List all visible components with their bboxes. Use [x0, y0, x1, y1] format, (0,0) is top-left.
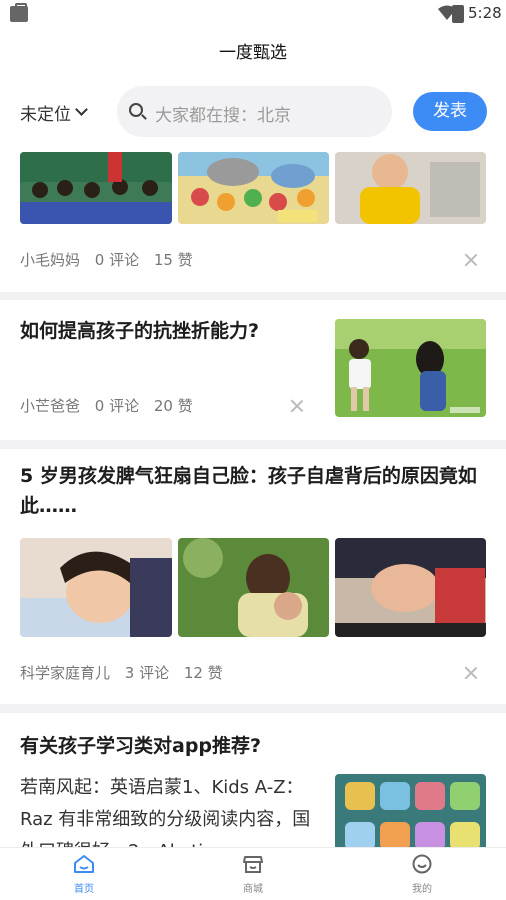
search-placeholder: 大家都在搜：北京: [155, 106, 291, 126]
battery-icon: [452, 5, 464, 23]
post-thumbnail: [20, 152, 172, 224]
like-count: 20 赞: [153, 397, 193, 415]
post-thumbnail: [178, 538, 329, 637]
post-thumbnail: [178, 152, 329, 224]
tab-label: 我的: [412, 884, 432, 895]
tab-label: 首页: [74, 884, 94, 895]
post-thumbnail: [335, 774, 486, 847]
comment-count: 0 评论: [94, 397, 140, 415]
shopping-bag-icon: [10, 3, 28, 22]
post-card[interactable]: 小毛妈妈 0 评论 15 赞: [0, 152, 506, 292]
post-card[interactable]: 5 岁男孩发脾气狂扇自己脸：孩子自虐背后的原因竟如此…… 科学家庭育儿 3 评论…: [0, 449, 506, 704]
app-header: 一度甄选: [0, 28, 506, 72]
shop-icon: [243, 856, 263, 873]
post-card[interactable]: 有关孩子学习类对app推荐? 若南风起：英语启蒙1、Kids A-Z：Raz 有…: [0, 713, 506, 847]
comment-count: 0 评论: [94, 251, 140, 269]
bottom-tab-bar: 首页 商城 我的: [0, 847, 506, 900]
close-icon[interactable]: [464, 253, 478, 267]
page-title: 一度甄选: [219, 43, 287, 63]
like-count: 12 赞: [183, 664, 223, 682]
tab-profile[interactable]: 我的: [382, 854, 462, 895]
location-label: 未定位: [20, 105, 71, 125]
post-thumbnail: [20, 538, 172, 637]
post-title: 5 岁男孩发脾气狂扇自己脸：孩子自虐背后的原因竟如此……: [20, 465, 477, 517]
close-icon[interactable]: [290, 399, 304, 413]
post-meta: 小芒爸爸 0 评论 20 赞: [20, 395, 203, 416]
post-excerpt: 若南风起：英语启蒙1、Kids A-Z：Raz 有非常细致的分级阅读内容，国外口…: [20, 777, 311, 847]
status-time: 5:28: [468, 4, 502, 22]
search-input[interactable]: 大家都在搜：北京: [117, 86, 392, 137]
post-thumbnail: [335, 319, 486, 417]
location-selector[interactable]: 未定位: [20, 100, 88, 125]
post-author: 科学家庭育儿: [20, 664, 111, 682]
search-icon: [129, 103, 143, 117]
post-author: 小芒爸爸: [20, 397, 81, 415]
post-button[interactable]: 发表: [413, 92, 487, 131]
post-thumbnail: [335, 538, 486, 637]
comment-count: 3 评论: [124, 664, 170, 682]
post-author: 小毛妈妈: [20, 251, 81, 269]
like-count: 15 赞: [153, 251, 193, 269]
search-row: 未定位 大家都在搜：北京 发表: [0, 72, 506, 152]
post-meta: 小毛妈妈 0 评论 15 赞: [20, 249, 203, 270]
feed-list: 小毛妈妈 0 评论 15 赞 如何提高孩子的抗挫折能力? 小芒爸爸 0 评论 2…: [0, 152, 506, 847]
post-thumbnail: [335, 152, 486, 224]
profile-icon: [412, 854, 432, 874]
status-bar: 5:28: [0, 0, 506, 28]
home-icon: [74, 855, 94, 873]
post-card[interactable]: 如何提高孩子的抗挫折能力? 小芒爸爸 0 评论 20 赞: [0, 300, 506, 440]
post-title: 如何提高孩子的抗挫折能力?: [20, 320, 260, 342]
post-title: 有关孩子学习类对app推荐?: [20, 735, 262, 757]
tab-label: 商城: [243, 884, 263, 895]
close-icon[interactable]: [464, 666, 478, 680]
chevron-down-icon: [75, 103, 88, 116]
tab-home[interactable]: 首页: [44, 854, 124, 895]
tab-shop[interactable]: 商城: [213, 854, 293, 895]
post-meta: 科学家庭育儿 3 评论 12 赞: [20, 662, 233, 683]
